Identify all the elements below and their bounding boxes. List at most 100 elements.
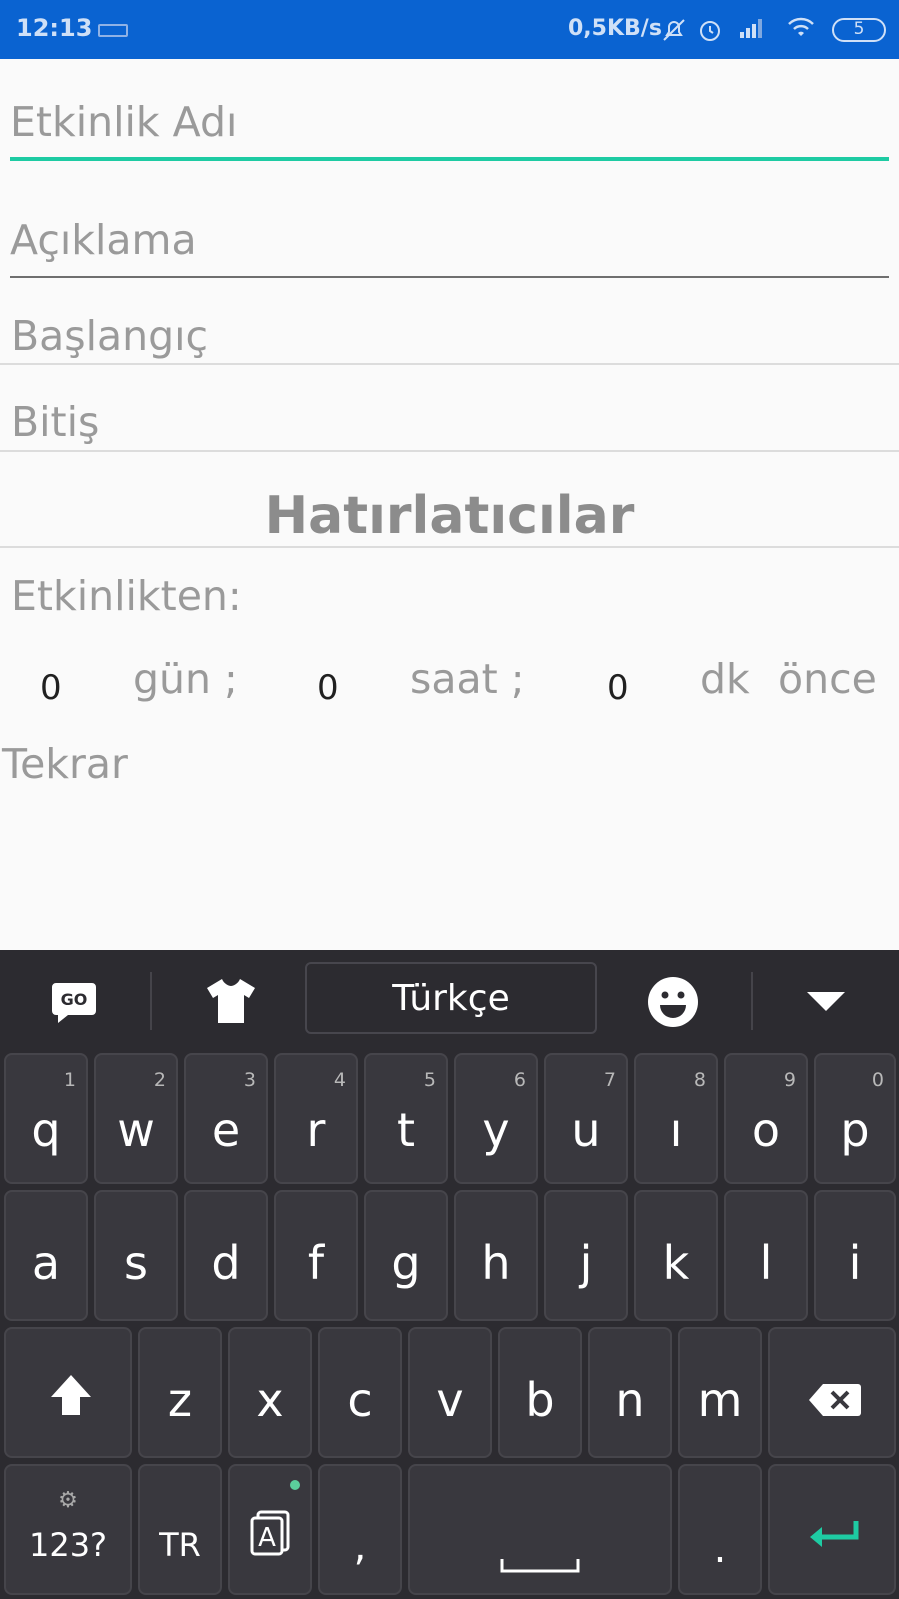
divider [0,450,899,452]
status-bar: 12:13 0,5KB/s 5 [0,0,899,59]
backspace-icon [808,1375,862,1429]
language-switch-key[interactable]: TR [138,1464,222,1595]
soft-keyboard: GO Türkçe 1q 2w 3e 4r 5t 6y 7u 8ı 9o 0p … [0,950,899,1599]
key-m[interactable]: m [678,1327,762,1458]
enter-arrow-icon [808,1512,862,1566]
key-r[interactable]: 4r [274,1053,358,1184]
key-j[interactable]: j [544,1190,628,1321]
key-f[interactable]: f [274,1190,358,1321]
key-label: z [167,1373,193,1427]
svg-text:GO: GO [61,990,88,1009]
key-label: c [347,1373,373,1427]
key-dotless-i[interactable]: 8ı [634,1053,718,1184]
divider [0,363,899,365]
key-label: k [662,1236,690,1290]
key-label: h [481,1236,511,1290]
shift-key[interactable] [4,1327,132,1458]
text-size-key[interactable]: A [228,1464,312,1595]
description-field[interactable]: Açıklama [10,220,889,261]
toolbar-divider [751,972,753,1030]
key-o[interactable]: 9o [724,1053,808,1184]
key-q[interactable]: 1q [4,1053,88,1184]
space-key[interactable] [408,1464,672,1595]
alarm-icon [696,16,724,50]
comma-key-label: , [353,1524,367,1570]
collapse-keyboard-icon[interactable] [806,990,846,1016]
mute-icon [660,16,688,50]
network-speed: 0,5KB/s [568,16,662,41]
description-underline [10,276,889,278]
emoji-icon[interactable] [647,976,699,1032]
reminders-heading: Hatırlatıcılar [264,486,635,546]
key-label: d [211,1236,241,1290]
period-key[interactable]: . [678,1464,762,1595]
language-selector[interactable]: Türkçe [305,962,597,1034]
key-hint: 4 [333,1069,346,1091]
key-d[interactable]: d [184,1190,268,1321]
key-hint: 3 [243,1069,256,1091]
days-input[interactable]: 0 [40,668,62,708]
signal-icon [738,16,766,46]
key-hint: 9 [783,1069,796,1091]
period-key-label: . [713,1526,727,1572]
minutes-unit-label: dk [700,655,750,703]
hours-input[interactable]: 0 [317,668,339,708]
symbols-key-label: 123? [28,1526,108,1564]
battery-icon: 5 [832,18,886,42]
key-label: l [759,1236,773,1290]
key-e[interactable]: 3e [184,1053,268,1184]
backspace-key[interactable] [768,1327,896,1458]
key-hint: 0 [871,1069,884,1091]
key-label: x [256,1373,284,1427]
key-p[interactable]: 0p [814,1053,896,1184]
key-label: e [211,1103,241,1157]
comma-key[interactable]: , [318,1464,402,1595]
key-b[interactable]: b [498,1327,582,1458]
keyboard-toolbar: GO Türkçe [0,950,899,1050]
keyboard-icon [98,24,128,37]
key-label: s [124,1236,148,1290]
key-label: y [482,1103,510,1157]
key-label: b [525,1373,555,1427]
key-label: q [31,1103,61,1157]
key-n[interactable]: n [588,1327,672,1458]
key-t[interactable]: 5t [364,1053,448,1184]
event-name-field[interactable]: Etkinlik Adı [10,102,889,143]
key-i[interactable]: i [814,1190,896,1321]
enter-key[interactable] [768,1464,896,1595]
repeat-label[interactable]: Tekrar [2,740,128,788]
key-c[interactable]: c [318,1327,402,1458]
go-logo-icon[interactable]: GO [50,977,98,1029]
key-a[interactable]: a [4,1190,88,1321]
key-label: i [848,1236,862,1290]
start-date-field[interactable]: Başlangıç [11,312,208,360]
font-a-icon: A [250,1510,292,1567]
key-label: u [571,1103,601,1157]
symbols-key[interactable]: ⚙ 123? [4,1464,132,1595]
key-x[interactable]: x [228,1327,312,1458]
key-hint: 6 [513,1069,526,1091]
key-h[interactable]: h [454,1190,538,1321]
battery-level: 5 [853,19,865,39]
key-g[interactable]: g [364,1190,448,1321]
gear-icon: ⚙ [58,1488,78,1513]
key-k[interactable]: k [634,1190,718,1321]
key-z[interactable]: z [138,1327,222,1458]
key-y[interactable]: 6y [454,1053,538,1184]
key-l[interactable]: l [724,1190,808,1321]
key-label: w [117,1103,155,1157]
key-label: p [840,1103,870,1157]
key-u[interactable]: 7u [544,1053,628,1184]
indicator-dot [290,1480,300,1490]
space-bar-icon [500,1530,580,1584]
key-hint: 7 [603,1069,616,1091]
key-w[interactable]: 2w [94,1053,178,1184]
key-hint: 8 [693,1069,706,1091]
end-date-field[interactable]: Bitiş [11,398,99,446]
key-s[interactable]: s [94,1190,178,1321]
key-v[interactable]: v [408,1327,492,1458]
description-placeholder: Açıklama [10,216,197,264]
event-name-underline [10,157,889,161]
minutes-input[interactable]: 0 [607,668,629,708]
theme-shirt-icon[interactable] [205,976,257,1030]
